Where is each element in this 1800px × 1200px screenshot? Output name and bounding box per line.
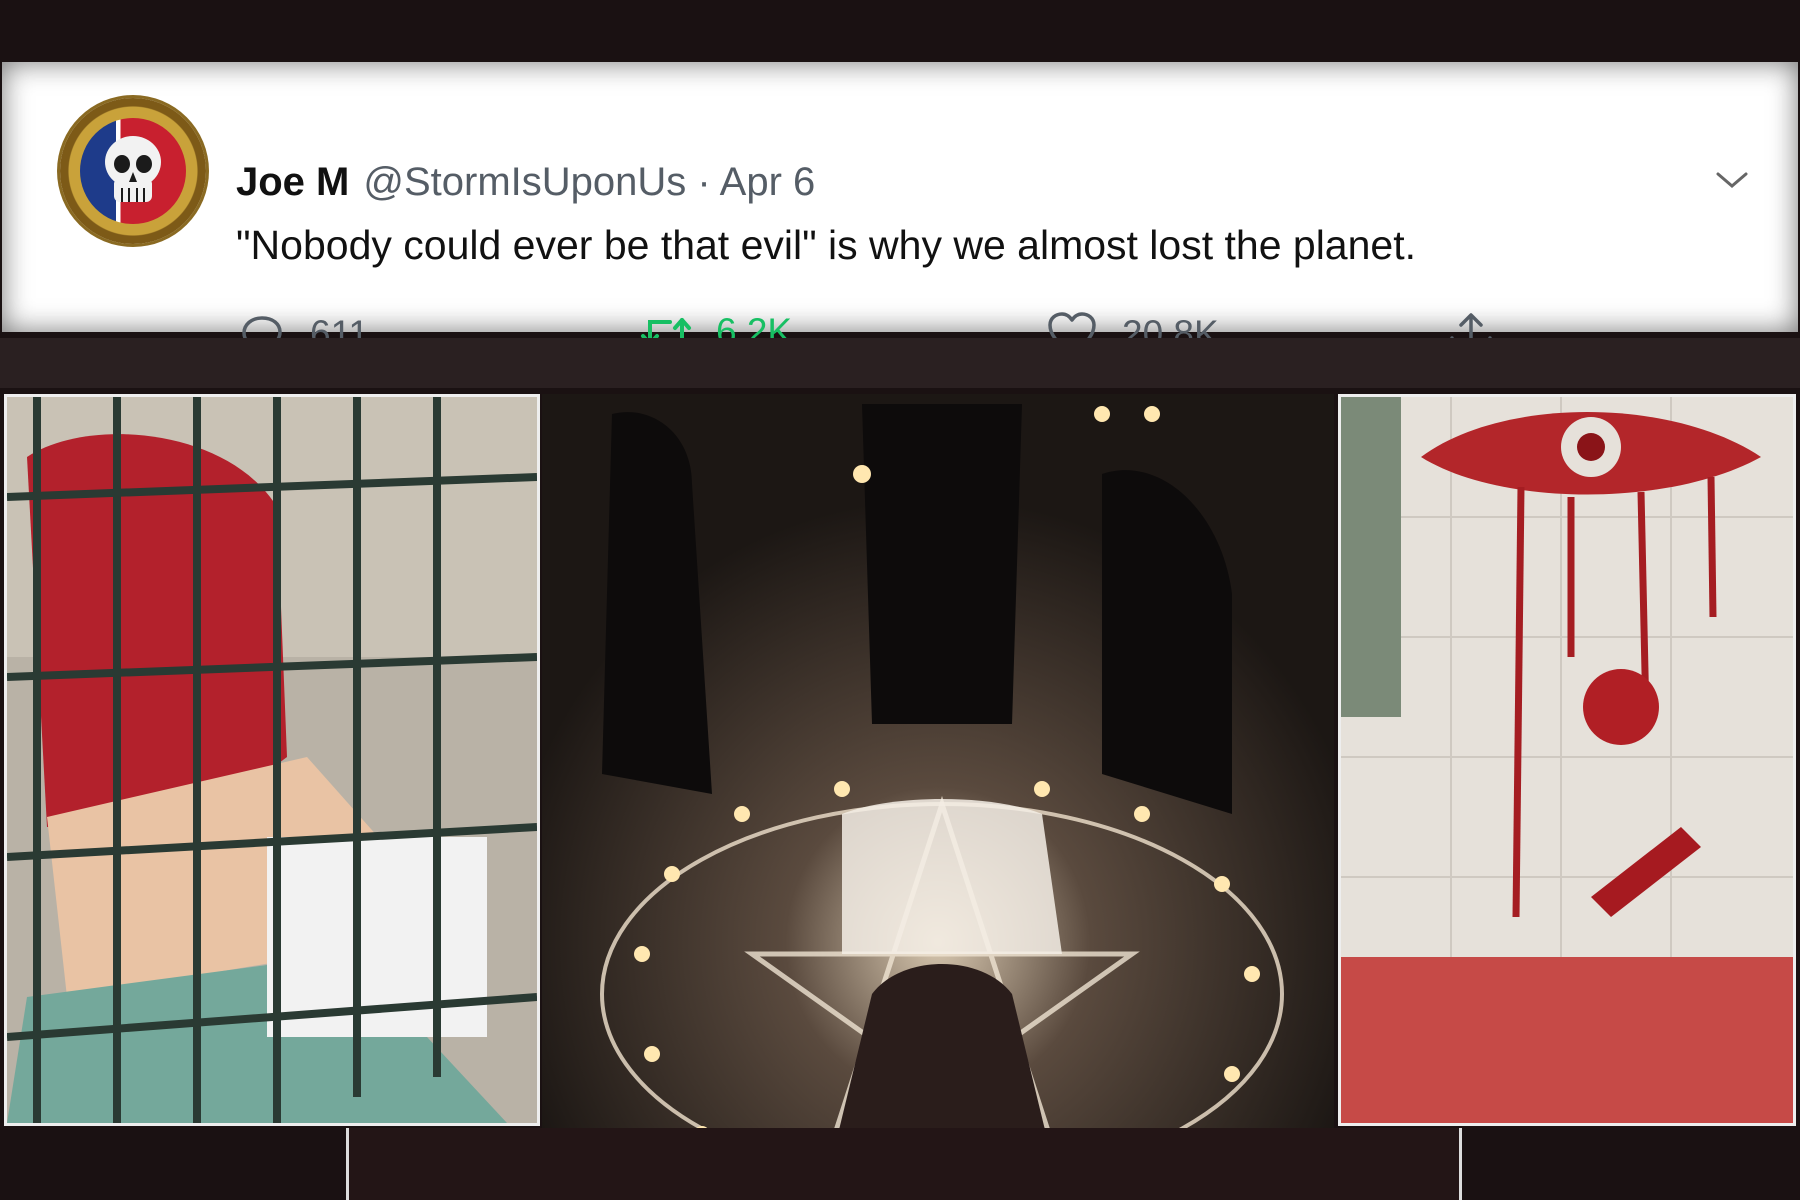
skull-icon	[105, 136, 161, 202]
separator: ·	[697, 160, 711, 204]
tweet-text: "Nobody could ever be that evil" is why …	[236, 222, 1416, 268]
handle[interactable]: @StormIsUponUs	[363, 160, 686, 204]
chevron-down-icon[interactable]	[1714, 168, 1750, 192]
divider-band	[0, 338, 1800, 388]
collage-image-cage	[4, 394, 540, 1126]
tweet-card[interactable]: Joe M @StormIsUponUs · Apr 6 "Nobody coul…	[2, 62, 1798, 356]
collage-image-ritual	[542, 394, 1334, 1200]
tweet-header: Joe M @StormIsUponUs · Apr 6	[236, 160, 815, 205]
cage-photo	[7, 397, 537, 1123]
blood-wall-photo	[1341, 397, 1793, 1123]
display-name[interactable]: Joe M	[236, 160, 349, 204]
bottom-strip	[346, 1128, 1462, 1200]
ritual-photo	[542, 394, 1334, 1200]
collage-image-wall	[1338, 394, 1796, 1126]
avatar[interactable]	[60, 98, 206, 244]
tweet-date[interactable]: Apr 6	[720, 160, 816, 204]
